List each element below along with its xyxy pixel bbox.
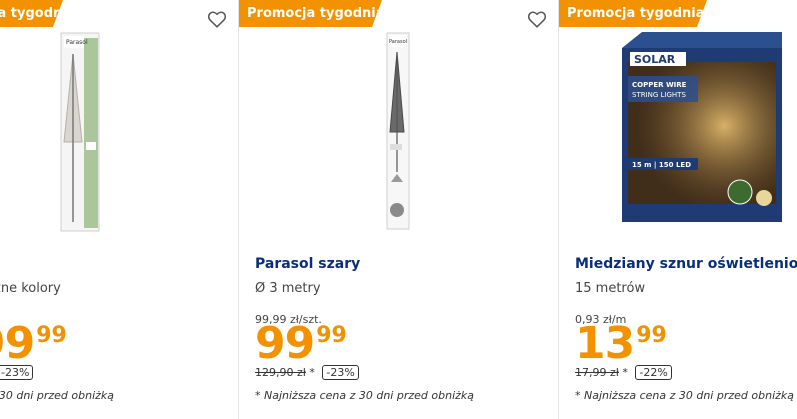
heart-outline-icon[interactable] (206, 8, 228, 30)
old-price-asterisk: * (622, 366, 628, 379)
box-line2: STRING LIGHTS (632, 91, 686, 99)
price-main: 99 (255, 318, 315, 369)
old-price: 17,99 zł (575, 366, 619, 379)
product-title[interactable]: Miedziany sznur oświetleniowy (575, 256, 797, 272)
box-spec: 15 m | 150 LED (632, 161, 691, 170)
product-image[interactable]: Parasol (386, 32, 410, 230)
old-price: 129,90 zł (255, 366, 306, 379)
svg-text:Parasol: Parasol (66, 39, 88, 46)
lowest-price-note: * Najniższa cena z 30 dni przed obniżką (0, 389, 115, 402)
svg-text:Parasol: Parasol (389, 39, 407, 45)
discount-badge: -23% (322, 365, 359, 380)
product-image[interactable]: Parasol (60, 32, 100, 232)
product-subtitle: różne kolory (0, 281, 61, 296)
box-brand: SOLAR (634, 53, 676, 66)
price-main: 13 (575, 318, 635, 369)
price-cents: 99 (316, 323, 347, 348)
promo-badge: Promocja tygodnia (559, 0, 707, 27)
promo-badge: Promocja tygodnia (0, 0, 63, 27)
old-price-row: -23% (0, 365, 34, 380)
discount-badge: -22% (635, 365, 672, 380)
product-subtitle: Ø 3 metry (255, 281, 321, 296)
discount-badge: -23% (0, 365, 34, 380)
product-card-1[interactable]: Promocja tygodnia Parasol różne kolory 9… (0, 0, 239, 419)
lowest-price-note: * Najniższa cena z 30 dni przed obniżką (255, 389, 475, 402)
product-title[interactable]: Parasol szary (255, 256, 360, 272)
product-price: 9999 (0, 322, 67, 366)
price-cents: 99 (36, 323, 67, 348)
promo-badge: Promocja tygodnia (239, 0, 382, 27)
price-main: 99 (0, 318, 35, 369)
old-price-asterisk: * (309, 366, 315, 379)
old-price-row: 17,99 zł * -22% (575, 365, 672, 380)
product-card-3[interactable]: Promocja tygodnia SOLAR COPPER WIRE STRI… (559, 0, 797, 419)
old-price-row: 129,90 zł * -23% (255, 365, 359, 380)
price-cents: 99 (636, 323, 667, 348)
lowest-price-note: * Najniższa cena z 30 dni przed obniżką (575, 389, 795, 402)
product-price: 1399 (575, 322, 667, 366)
product-subtitle: 15 metrów (575, 281, 646, 296)
box-line1: COPPER WIRE (632, 81, 687, 89)
product-price: 9999 (255, 322, 347, 366)
product-card-2[interactable]: Promocja tygodnia Parasol Parasol szary … (239, 0, 559, 419)
heart-outline-icon[interactable] (526, 8, 548, 30)
product-image[interactable]: SOLAR COPPER WIRE STRING LIGHTS 15 m | 1… (622, 32, 782, 222)
